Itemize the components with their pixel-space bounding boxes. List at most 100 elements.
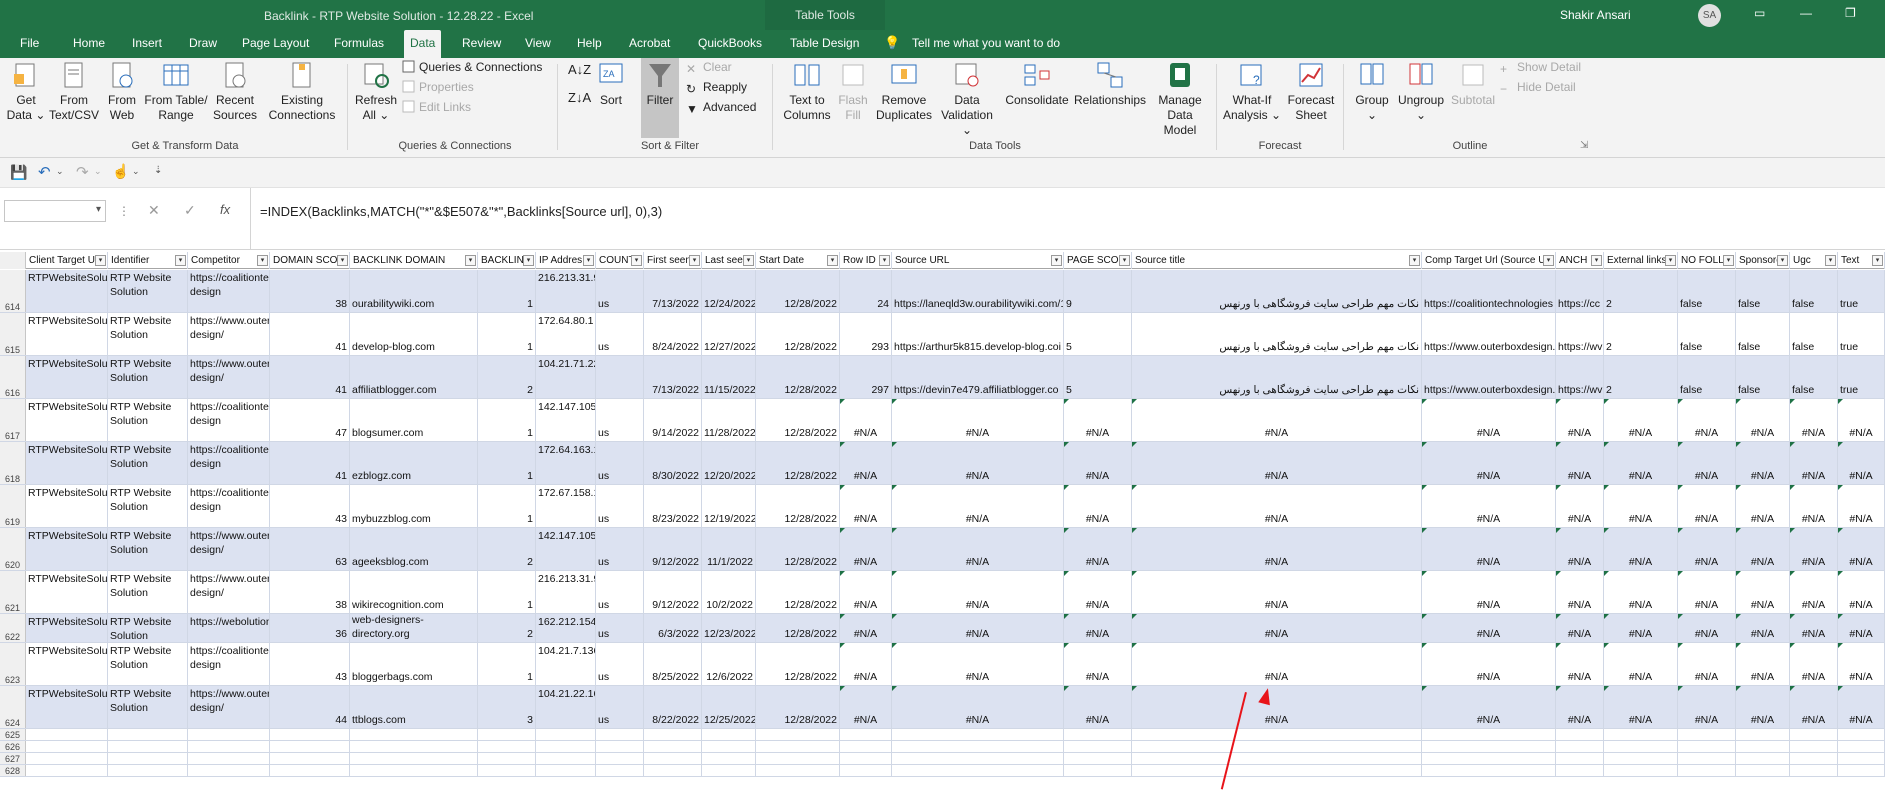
table-cell[interactable] xyxy=(840,729,892,740)
filter-dropdown-icon[interactable]: ▾ xyxy=(1591,255,1602,266)
table-cell[interactable] xyxy=(840,753,892,764)
filter-dropdown-icon[interactable]: ▾ xyxy=(337,255,348,266)
na-cell[interactable]: #N/A xyxy=(1838,528,1885,570)
row-number[interactable]: 617 xyxy=(0,399,26,441)
table-cell[interactable]: bloggerbags.com xyxy=(350,643,478,685)
table-cell[interactable] xyxy=(26,753,108,764)
get-data-button[interactable]: Get Data ⌄ xyxy=(6,60,46,123)
table-cell[interactable]: https://cc xyxy=(1556,270,1604,312)
table-cell[interactable] xyxy=(478,765,536,776)
table-cell[interactable]: RTP Website Solution xyxy=(108,614,188,642)
na-cell[interactable]: #N/A xyxy=(1604,686,1678,728)
na-cell[interactable]: #N/A xyxy=(1678,399,1736,441)
table-cell[interactable]: ourabilitywiki.com xyxy=(350,270,478,312)
table-cell[interactable]: false xyxy=(1736,313,1790,355)
table-cell[interactable]: 104.21.7.136 xyxy=(536,643,596,685)
row-number[interactable]: 627 xyxy=(0,753,26,764)
na-cell[interactable]: #N/A xyxy=(1736,686,1790,728)
na-cell[interactable]: #N/A xyxy=(1422,528,1556,570)
table-cell[interactable] xyxy=(270,741,350,752)
table-cell[interactable] xyxy=(1838,765,1885,776)
table-cell[interactable]: us xyxy=(596,571,644,613)
empty-row[interactable]: 626 xyxy=(0,741,1885,753)
table-cell[interactable]: https://coalitiontechnologies.com/web-de… xyxy=(188,442,270,484)
table-cell[interactable] xyxy=(478,729,536,740)
table-cell[interactable] xyxy=(188,753,270,764)
na-cell[interactable]: #N/A xyxy=(1556,686,1604,728)
table-cell[interactable] xyxy=(188,729,270,740)
select-all-corner[interactable] xyxy=(0,252,26,269)
na-cell[interactable]: #N/A xyxy=(840,442,892,484)
table-cell[interactable]: affiliatblogger.com xyxy=(350,356,478,398)
table-cell[interactable] xyxy=(478,753,536,764)
customize-qat-icon[interactable]: ⇣ xyxy=(154,165,162,176)
table-cell[interactable]: https://www.outerboxdesign.com/web-desig… xyxy=(188,686,270,728)
na-cell[interactable]: #N/A xyxy=(1604,528,1678,570)
table-cell[interactable] xyxy=(596,765,644,776)
na-cell[interactable]: #N/A xyxy=(1556,571,1604,613)
table-cell[interactable]: 12/19/2022 xyxy=(702,485,756,527)
filter-dropdown-icon[interactable]: ▾ xyxy=(523,255,534,266)
filter-dropdown-icon[interactable]: ▾ xyxy=(257,255,268,266)
table-cell[interactable]: 8/30/2022 xyxy=(644,442,702,484)
na-cell[interactable]: #N/A xyxy=(1736,399,1790,441)
table-cell[interactable]: https://www.outerboxdesign. xyxy=(1422,313,1556,355)
na-cell[interactable]: #N/A xyxy=(892,399,1064,441)
column-header[interactable]: External links ▾ xyxy=(1604,252,1678,269)
na-cell[interactable]: #N/A xyxy=(1604,643,1678,685)
sort-z-a-icon[interactable]: Z↓A xyxy=(568,90,591,105)
table-cell[interactable]: false xyxy=(1678,356,1736,398)
table-cell[interactable] xyxy=(756,765,840,776)
tab-view[interactable]: View xyxy=(519,30,557,58)
table-cell[interactable] xyxy=(1678,753,1736,764)
table-cell[interactable]: 9 xyxy=(1064,270,1132,312)
table-cell[interactable]: 293 xyxy=(840,313,892,355)
column-header[interactable]: NO FOLL ▾ xyxy=(1678,252,1736,269)
table-row[interactable]: 624RTPWebsiteSolution.comRTP Website Sol… xyxy=(0,686,1885,729)
table-cell[interactable]: RTP Website Solution xyxy=(108,643,188,685)
refresh-all-button[interactable]: Refresh All ⌄ xyxy=(354,60,398,123)
na-cell[interactable]: #N/A xyxy=(1790,399,1838,441)
undo-icon[interactable]: ↶ xyxy=(38,163,51,181)
table-cell[interactable] xyxy=(1838,753,1885,764)
dialog-launcher-icon[interactable]: ⇲ xyxy=(1580,140,1588,151)
column-header[interactable]: Comp Target Url (Source Url) ▾ xyxy=(1422,252,1556,269)
table-cell[interactable] xyxy=(1422,765,1556,776)
table-cell[interactable]: RTPWebsiteSolution.com xyxy=(26,270,108,312)
undo-dropdown-icon[interactable]: ⌄ xyxy=(56,166,64,177)
table-cell[interactable] xyxy=(1790,753,1838,764)
na-cell[interactable]: #N/A xyxy=(1678,442,1736,484)
table-cell[interactable]: 1 xyxy=(478,643,536,685)
na-cell[interactable]: #N/A xyxy=(1132,686,1422,728)
table-cell[interactable] xyxy=(1838,729,1885,740)
na-cell[interactable]: #N/A xyxy=(840,686,892,728)
table-cell[interactable]: https://wv xyxy=(1556,356,1604,398)
enter-icon[interactable]: ✓ xyxy=(184,202,196,219)
na-cell[interactable]: #N/A xyxy=(1838,399,1885,441)
na-cell[interactable]: #N/A xyxy=(840,614,892,642)
column-header[interactable]: BACKLIN ▾ xyxy=(478,252,536,269)
table-cell[interactable]: https://coalitiontechnologies.com/web-de… xyxy=(188,643,270,685)
tab-file[interactable]: File xyxy=(14,30,45,58)
na-cell[interactable]: #N/A xyxy=(1064,485,1132,527)
table-cell[interactable]: 10/2/2022 xyxy=(702,571,756,613)
table-cell[interactable]: RTP Website Solution xyxy=(108,313,188,355)
table-cell[interactable] xyxy=(1678,765,1736,776)
minimize-icon[interactable]: — xyxy=(1800,6,1812,20)
na-cell[interactable]: #N/A xyxy=(1736,571,1790,613)
advanced-button[interactable]: ▼ Advanced xyxy=(686,100,756,116)
tell-me-search[interactable]: Tell me what you want to do xyxy=(906,30,1066,58)
na-cell[interactable]: #N/A xyxy=(1838,614,1885,642)
na-cell[interactable]: #N/A xyxy=(1604,399,1678,441)
table-cell[interactable] xyxy=(536,741,596,752)
table-cell[interactable]: false xyxy=(1790,270,1838,312)
na-cell[interactable]: #N/A xyxy=(1838,686,1885,728)
table-cell[interactable]: https://webolutions.com/ xyxy=(188,614,270,642)
tab-quickbooks[interactable]: QuickBooks xyxy=(692,30,768,58)
table-cell[interactable] xyxy=(596,741,644,752)
na-cell[interactable]: #N/A xyxy=(1736,442,1790,484)
na-cell[interactable]: #N/A xyxy=(1064,399,1132,441)
na-cell[interactable]: #N/A xyxy=(1556,528,1604,570)
na-cell[interactable]: #N/A xyxy=(1678,614,1736,642)
na-cell[interactable]: #N/A xyxy=(1790,485,1838,527)
